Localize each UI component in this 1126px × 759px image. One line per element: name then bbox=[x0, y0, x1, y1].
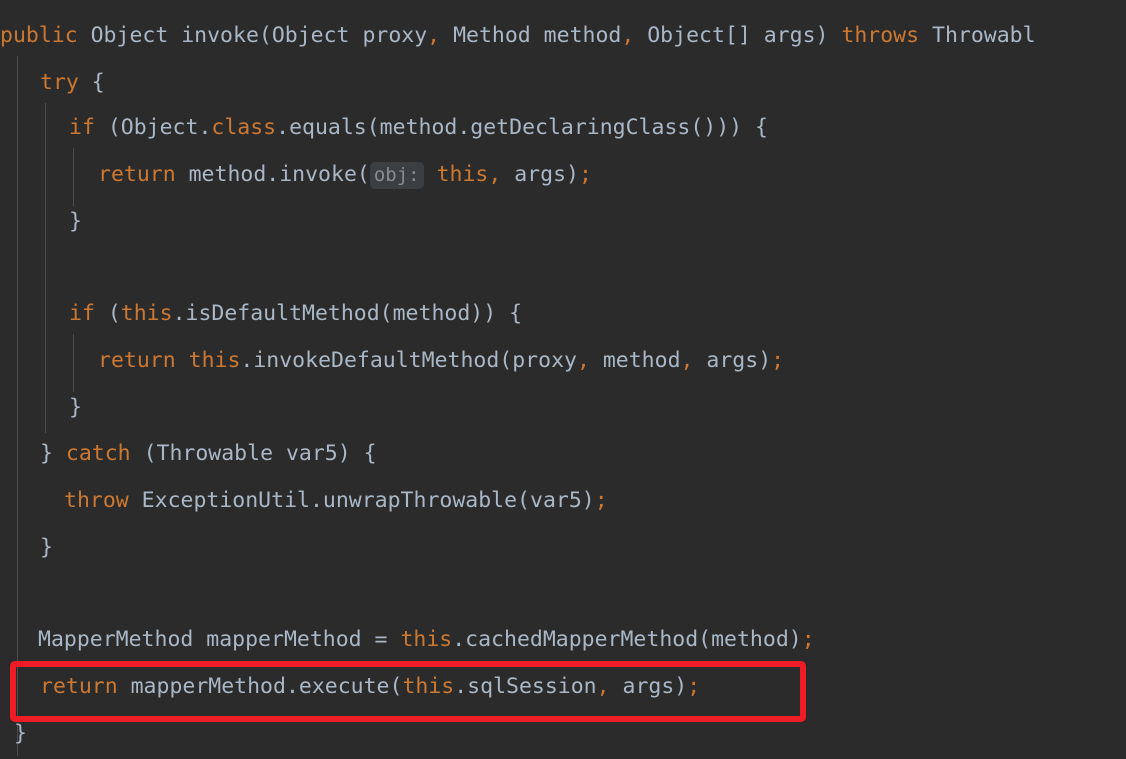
code-line-4[interactable]: } bbox=[0, 198, 1126, 245]
code-token-comma: , bbox=[596, 674, 610, 699]
code-token-kw: this bbox=[188, 348, 241, 373]
code-token-comma: , bbox=[488, 162, 502, 187]
code-line-6[interactable]: if (this.isDefaultMethod(method)) { bbox=[0, 290, 1126, 337]
parameter-hint-badge[interactable]: obj: bbox=[369, 162, 424, 189]
code-token-kw: catch bbox=[65, 441, 131, 466]
code-token-id: .cachedMapperMethod(method) bbox=[452, 627, 802, 652]
code-token-id: MapperMethod mapperMethod = bbox=[38, 627, 401, 652]
code-line-14[interactable]: return mapperMethod.execute(this.sqlSess… bbox=[0, 663, 1126, 710]
code-line-9[interactable]: } catch (Throwable var5) { bbox=[0, 430, 1126, 477]
code-token-kw: throw bbox=[64, 488, 129, 513]
code-token-kw: this bbox=[400, 627, 453, 652]
code-token-id: Object[] args) bbox=[634, 23, 842, 48]
code-token-semi: ; bbox=[687, 674, 701, 699]
code-token-id: args) bbox=[609, 674, 688, 699]
code-token-comma: , bbox=[576, 348, 590, 373]
code-token-id: .isDefaultMethod(method)) { bbox=[172, 301, 523, 326]
code-token-brace: } bbox=[40, 441, 66, 466]
code-token-kw: this bbox=[436, 162, 489, 187]
code-token-id: method.invoke( bbox=[175, 162, 370, 187]
code-token-kw: public bbox=[0, 23, 78, 48]
code-token-kw: return bbox=[40, 674, 118, 699]
code-line-0[interactable]: public Object invoke(Object proxy, Metho… bbox=[0, 12, 1126, 59]
code-line-5[interactable] bbox=[0, 245, 1126, 292]
code-token-id: ( bbox=[94, 301, 121, 326]
code-token-id: ExceptionUtil.unwrapThrowable(var5) bbox=[128, 488, 595, 513]
code-token-brace: } bbox=[14, 721, 27, 746]
code-token-kw: try bbox=[40, 70, 79, 95]
code-token-kw: return bbox=[98, 162, 176, 187]
code-token-id: Object invoke(Object proxy bbox=[77, 23, 428, 48]
code-token-brace: } bbox=[40, 535, 53, 560]
code-token-comma: , bbox=[427, 23, 441, 48]
code-line-7[interactable]: return this.invokeDefaultMethod(proxy, m… bbox=[0, 337, 1126, 384]
code-token-semi: ; bbox=[578, 162, 592, 187]
code-line-11[interactable]: } bbox=[0, 524, 1126, 571]
code-token-id: .invokeDefaultMethod(proxy bbox=[240, 348, 577, 373]
code-line-2[interactable]: if (Object.class.equals(method.getDeclar… bbox=[0, 104, 1126, 151]
code-line-3[interactable]: return method.invoke(obj: this, args); bbox=[0, 151, 1126, 198]
code-line-10[interactable]: throw ExceptionUtil.unwrapThrowable(var5… bbox=[0, 477, 1126, 524]
code-token-semi: ; bbox=[594, 488, 608, 513]
code-token-id: (Object. bbox=[94, 115, 212, 140]
code-token-id: args) bbox=[501, 162, 579, 187]
code-text-layer[interactable]: public Object invoke(Object proxy, Metho… bbox=[0, 0, 1126, 759]
code-token-id: (Throwable var5) { bbox=[130, 441, 377, 466]
code-token-kw: this bbox=[120, 301, 173, 326]
code-editor-viewport[interactable]: public Object invoke(Object proxy, Metho… bbox=[0, 0, 1126, 759]
code-token-comma: , bbox=[680, 348, 694, 373]
code-token-brace: { bbox=[78, 70, 105, 95]
code-token-kw: if bbox=[69, 115, 95, 140]
code-token-id: method bbox=[589, 348, 681, 373]
code-token-kw: return bbox=[98, 348, 176, 373]
code-token-id: .sqlSession bbox=[454, 674, 597, 699]
code-token-id: mapperMethod.execute( bbox=[117, 674, 403, 699]
code-token-id: Method method bbox=[440, 23, 622, 48]
code-token-kw: if bbox=[69, 301, 95, 326]
code-token-kw: class bbox=[211, 115, 277, 140]
code-token-semi: ; bbox=[771, 348, 785, 373]
code-token-semi: ; bbox=[801, 627, 815, 652]
code-token-brace: } bbox=[69, 395, 82, 420]
code-line-13[interactable]: MapperMethod mapperMethod = this.cachedM… bbox=[0, 616, 1126, 663]
code-token-id: Throwabl bbox=[919, 23, 1036, 48]
code-line-8[interactable]: } bbox=[0, 384, 1126, 431]
code-token-kw: this bbox=[402, 674, 455, 699]
code-token-brace: } bbox=[69, 209, 82, 234]
code-token-id: .equals(method.getDeclaringClass())) { bbox=[276, 115, 769, 140]
code-token-id: args) bbox=[693, 348, 772, 373]
code-line-15[interactable]: } bbox=[0, 710, 1126, 757]
code-token-kw: throws bbox=[841, 23, 920, 48]
code-token-comma: , bbox=[621, 23, 635, 48]
code-token-id bbox=[176, 348, 189, 373]
code-line-12[interactable] bbox=[0, 570, 1126, 617]
code-line-1[interactable]: try { bbox=[0, 59, 1126, 106]
